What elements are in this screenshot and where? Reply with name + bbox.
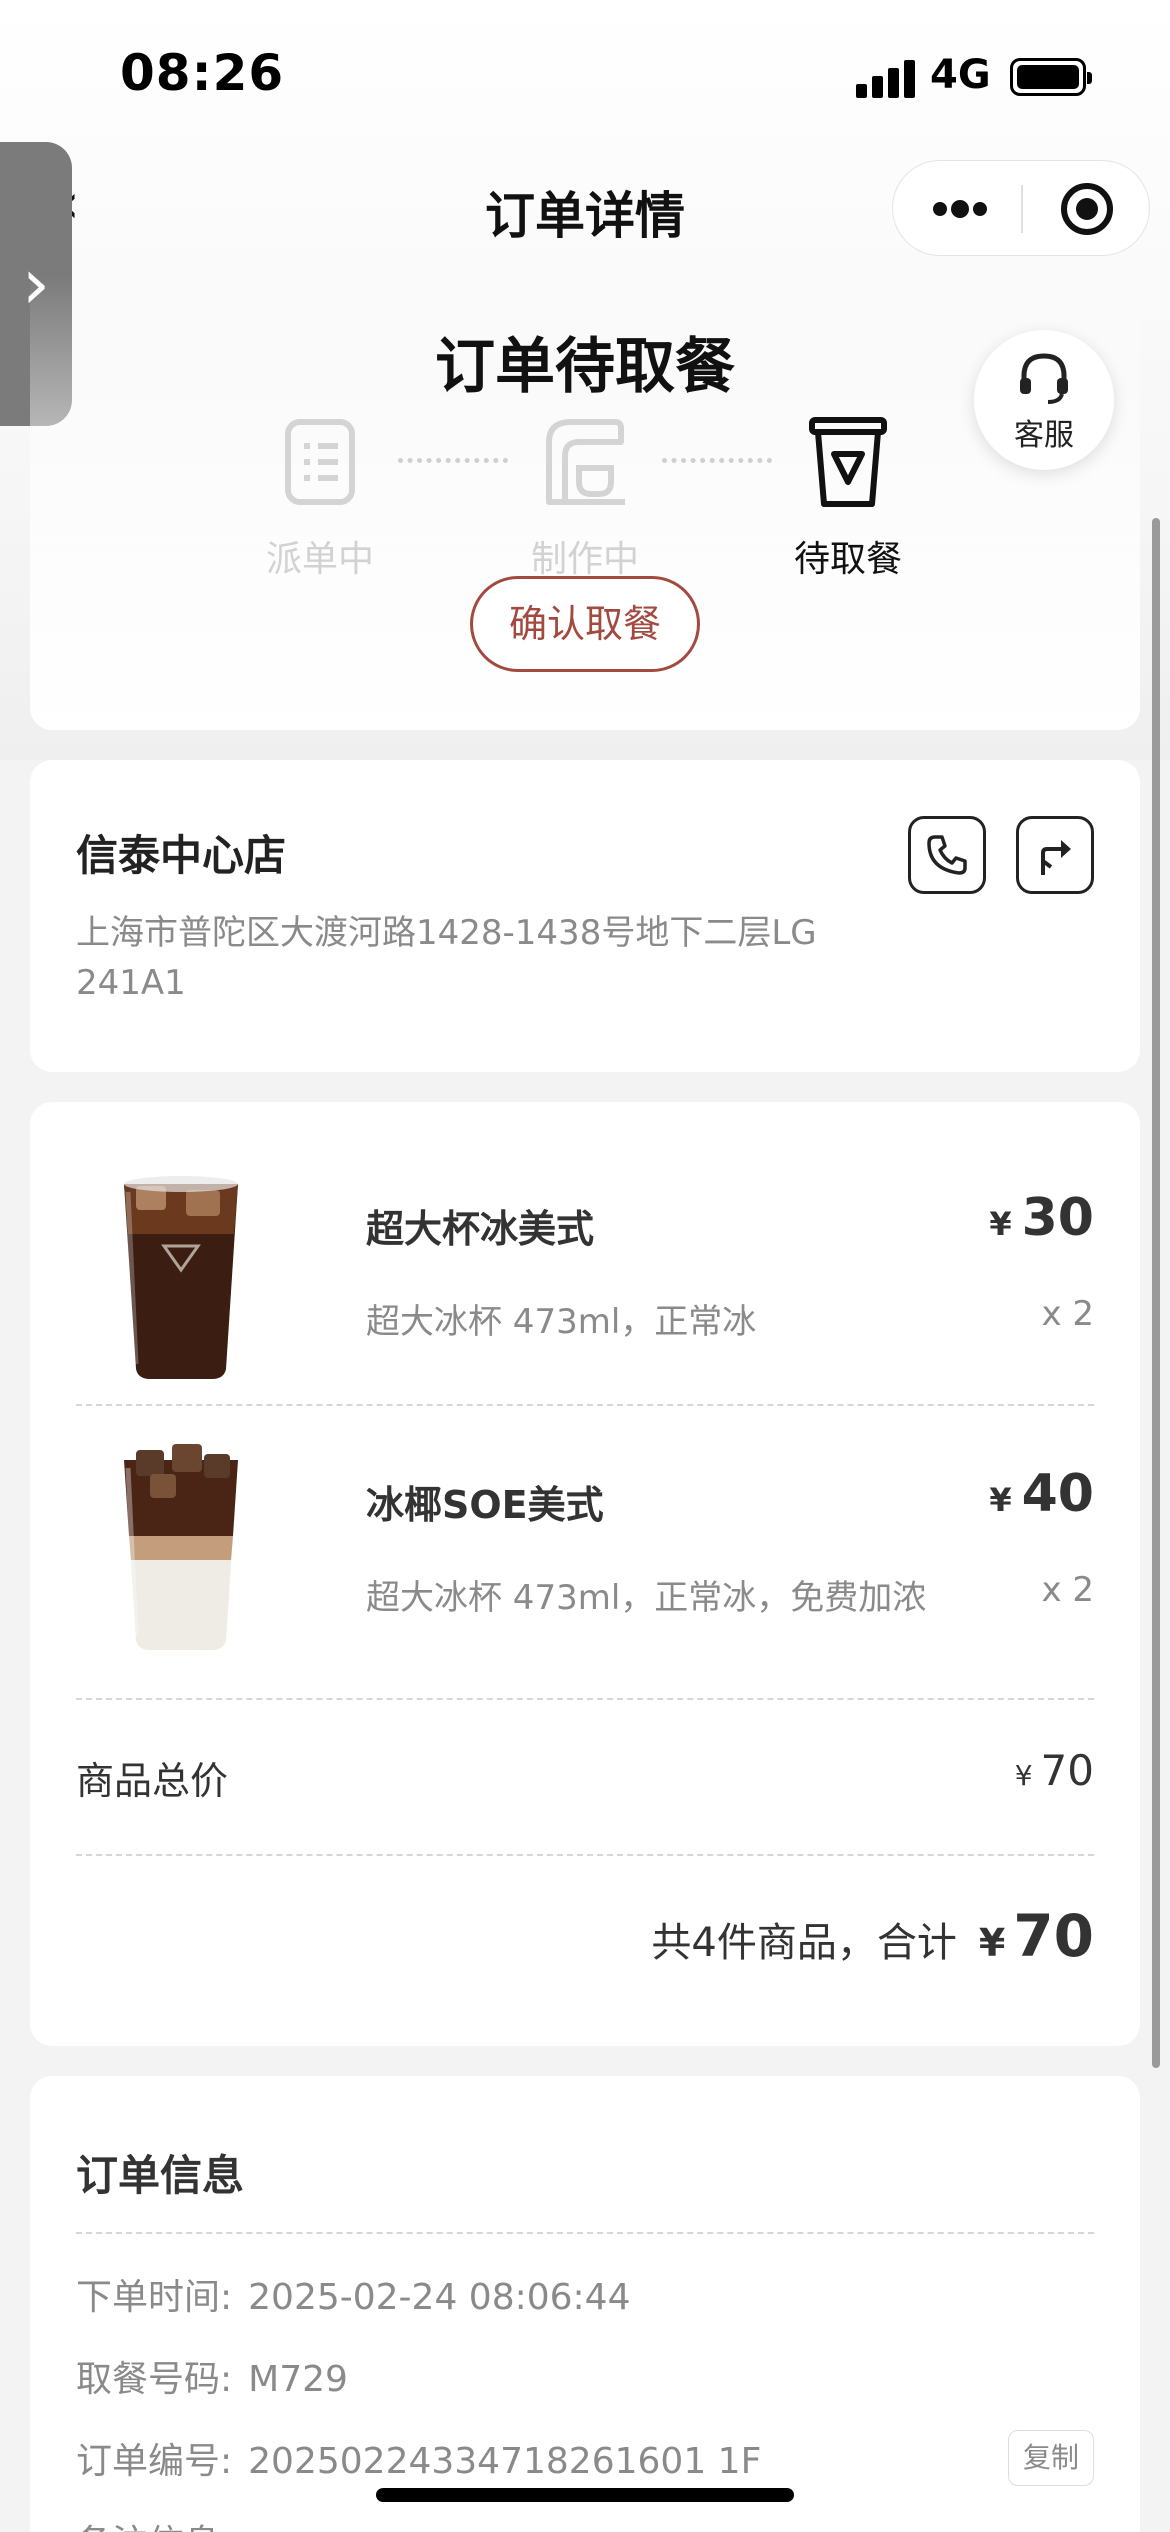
- status-time: 08:26: [120, 44, 285, 102]
- step-ready: 待取餐: [748, 412, 948, 582]
- info-label: 取餐号码:: [76, 2359, 233, 2400]
- info-row-order-time: 下单时间: 2025-02-24 08:06:44: [76, 2268, 630, 2320]
- info-row-order-number: 订单编号: 20250224334718261601 1F: [76, 2432, 761, 2484]
- subtotal-value: ¥70: [1014, 1746, 1094, 1795]
- directions-icon: [1041, 840, 1071, 875]
- order-info-card: 订单信息 下单时间: 2025-02-24 08:06:44 取餐号码: M729 …: [30, 2076, 1140, 2532]
- step-label: 待取餐: [793, 539, 902, 580]
- order-info-title: 订单信息: [76, 2151, 245, 2200]
- iced-americano-image: [76, 1164, 286, 1394]
- step-label: 制作中: [530, 539, 639, 580]
- order-total: 共4件商品，合计 ¥70: [651, 1902, 1094, 1970]
- info-row-pickup-code: 取餐号码: M729: [76, 2350, 348, 2402]
- subtotal-label: 商品总价: [76, 1759, 229, 1803]
- target-circle-icon[interactable]: [1061, 183, 1113, 235]
- customer-service-button[interactable]: 客服: [974, 330, 1114, 470]
- goods-item: 超大杯冰美式 超大冰杯 473ml，正常冰 ¥30 x 2: [76, 1164, 1094, 1404]
- goods-name: 超大杯冰美式: [366, 1207, 595, 1251]
- phone-icon: [927, 835, 967, 875]
- store-address: 上海市普陀区大渡河路1428-1438号地下二层LG 241A1: [76, 913, 817, 1003]
- total-amount: ¥70: [978, 1902, 1094, 1970]
- divider: [76, 1698, 1094, 1700]
- step-dispatching: 派单中: [220, 412, 420, 582]
- goods-card: 超大杯冰美式 超大冰杯 473ml，正常冰 ¥30 x 2 冰椰SOE美式 超大…: [30, 1102, 1140, 2046]
- mini-program-capsule: [892, 160, 1150, 256]
- goods-quantity: x 2: [1041, 1294, 1094, 1334]
- divider: [76, 2232, 1094, 2234]
- battery-icon: [1010, 58, 1092, 96]
- navigate-button[interactable]: [1016, 816, 1094, 894]
- coconut-americano-image: [76, 1440, 286, 1670]
- total-text: 共4件商品，合计: [651, 1920, 957, 1966]
- store-name: 信泰中心店: [76, 831, 287, 880]
- goods-name: 冰椰SOE美式: [366, 1483, 604, 1527]
- goods-item: 冰椰SOE美式 超大冰杯 473ml，正常冰，免费加浓 ¥40 x 2: [76, 1440, 1094, 1680]
- info-value: 20250224334718261601 1F: [248, 2441, 762, 2482]
- divider: [76, 1404, 1094, 1406]
- goods-price: ¥30: [989, 1188, 1094, 1248]
- list-icon: [270, 412, 370, 512]
- info-label: 下单时间:: [76, 2277, 233, 2318]
- confirm-pickup-button[interactable]: 确认取餐: [470, 576, 700, 672]
- scrollbar[interactable]: [1152, 518, 1160, 2068]
- currency-symbol: ¥: [989, 1205, 1012, 1243]
- capsule-divider: [1021, 185, 1023, 233]
- info-value: 2025-02-24 08:06:44: [248, 2277, 631, 2318]
- goods-spec: 超大冰杯 473ml，正常冰，免费加浓: [366, 1578, 927, 1618]
- divider: [76, 1854, 1094, 1856]
- goods-spec: 超大冰杯 473ml，正常冰: [366, 1302, 757, 1342]
- cup-icon: [798, 412, 898, 512]
- currency-symbol: ¥: [1014, 1759, 1033, 1792]
- info-row-remark: 备注信息: [76, 2514, 220, 2532]
- step-label: 派单中: [265, 539, 374, 580]
- customer-service-label: 客服: [1014, 418, 1074, 453]
- info-label: 订单编号:: [76, 2441, 233, 2482]
- goods-price: ¥40: [989, 1464, 1094, 1524]
- call-store-button[interactable]: [908, 816, 986, 894]
- goods-quantity: x 2: [1041, 1570, 1094, 1610]
- copy-button[interactable]: 复制: [1008, 2430, 1094, 2486]
- goods-price-value: 30: [1021, 1188, 1094, 1248]
- info-label: 备注信息: [76, 2523, 220, 2532]
- currency-symbol: ¥: [978, 1921, 1006, 1965]
- step-making: 制作中: [485, 412, 685, 582]
- goods-price-value: 40: [1021, 1464, 1094, 1524]
- more-dots-icon[interactable]: [929, 181, 989, 237]
- store-card: 信泰中心店 上海市普陀区大渡河路1428-1438号地下二层LG 241A1: [30, 760, 1140, 1072]
- coffee-machine-icon: [535, 412, 635, 512]
- currency-symbol: ¥: [989, 1481, 1012, 1519]
- headset-icon: [1016, 350, 1072, 406]
- home-indicator[interactable]: [376, 2488, 794, 2502]
- network-type: 4G: [930, 52, 991, 98]
- info-value: M729: [248, 2359, 348, 2400]
- signal-icon: [856, 58, 916, 98]
- status-bar: 08:26 4G: [0, 0, 1170, 150]
